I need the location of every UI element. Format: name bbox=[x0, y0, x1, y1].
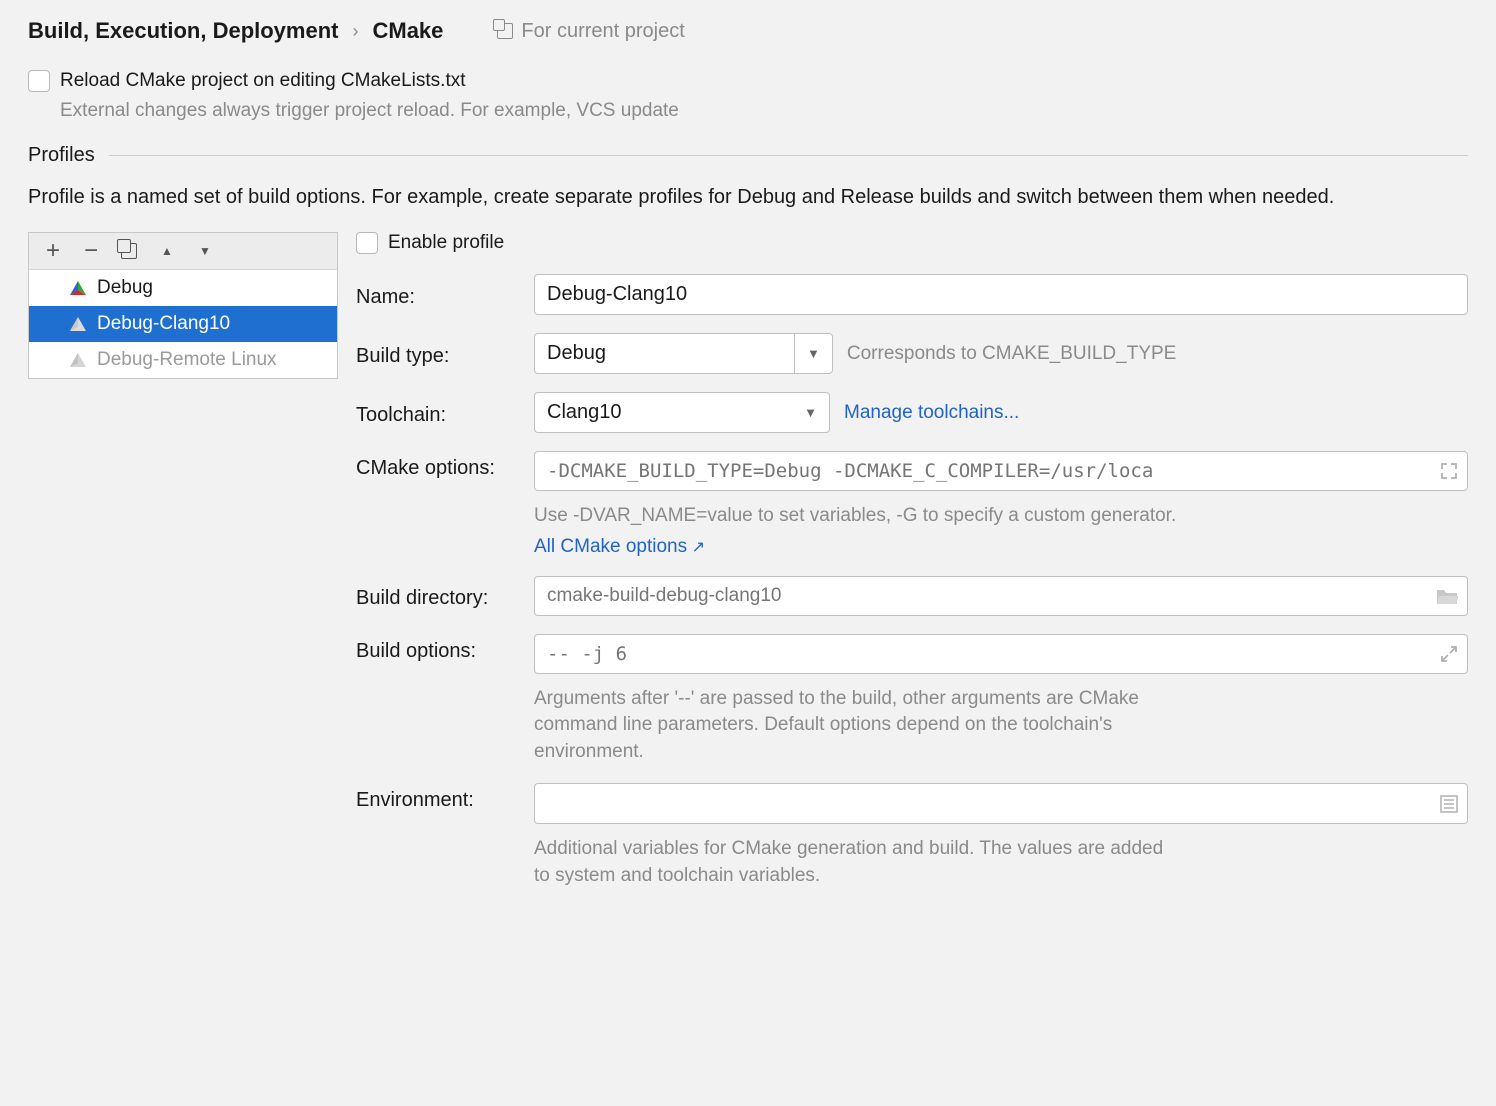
cmake-icon bbox=[69, 316, 87, 332]
profiles-section-header: Profiles bbox=[28, 144, 1468, 167]
profile-item-debug-remote-linux[interactable]: Debug-Remote Linux bbox=[29, 342, 337, 378]
profile-toolbar bbox=[29, 233, 337, 270]
profile-panel: Debug Debug-Clang10 Debug-Remote Linux bbox=[28, 232, 338, 379]
breadcrumb-parent[interactable]: Build, Execution, Deployment bbox=[28, 18, 338, 44]
all-cmake-options-link[interactable]: All CMake options bbox=[534, 536, 705, 557]
scope-text: For current project bbox=[521, 20, 684, 43]
duplicate-profile-button[interactable] bbox=[119, 241, 139, 261]
toolchain-select[interactable]: Clang10 ▼ bbox=[534, 392, 830, 433]
manage-toolchains-link[interactable]: Manage toolchains... bbox=[844, 402, 1019, 424]
divider-line bbox=[109, 155, 1468, 156]
project-scope-label: For current project bbox=[497, 20, 684, 43]
remove-profile-button[interactable] bbox=[81, 241, 101, 261]
enable-profile-label: Enable profile bbox=[388, 232, 504, 254]
build-type-hint: Corresponds to CMAKE_BUILD_TYPE bbox=[847, 343, 1176, 365]
environment-input[interactable] bbox=[534, 783, 1468, 824]
duplicate-icon bbox=[121, 243, 137, 259]
project-scope-icon bbox=[497, 23, 513, 39]
list-icon[interactable] bbox=[1440, 795, 1458, 813]
cmake-options-input[interactable] bbox=[534, 451, 1468, 491]
add-profile-button[interactable] bbox=[43, 241, 63, 261]
toolchain-value: Clang10 bbox=[547, 401, 622, 424]
name-input[interactable] bbox=[534, 274, 1468, 315]
profile-item-label: Debug-Remote Linux bbox=[97, 349, 277, 371]
build-type-select[interactable]: Debug ▼ bbox=[534, 333, 833, 374]
profile-form: Enable profile Name: Build type: Debug ▼… bbox=[356, 232, 1468, 908]
expand-icon[interactable] bbox=[1440, 645, 1458, 663]
breadcrumb-separator: › bbox=[352, 21, 358, 42]
name-label: Name: bbox=[356, 280, 534, 309]
build-options-label: Build options: bbox=[356, 634, 534, 663]
environment-label: Environment: bbox=[356, 783, 534, 812]
profile-item-label: Debug bbox=[97, 277, 153, 299]
build-type-label: Build type: bbox=[356, 339, 534, 368]
move-up-button[interactable] bbox=[157, 241, 177, 261]
profiles-title: Profiles bbox=[28, 144, 95, 167]
profile-item-debug-clang10[interactable]: Debug-Clang10 bbox=[29, 306, 337, 342]
build-directory-label: Build directory: bbox=[356, 581, 534, 610]
breadcrumb: Build, Execution, Deployment › CMake For… bbox=[28, 18, 1468, 44]
chevron-down-icon: ▼ bbox=[804, 405, 817, 420]
build-options-input[interactable] bbox=[534, 634, 1468, 674]
breadcrumb-current: CMake bbox=[372, 18, 443, 44]
toolchain-label: Toolchain: bbox=[356, 398, 534, 427]
profile-list: Debug Debug-Clang10 Debug-Remote Linux bbox=[29, 270, 337, 378]
build-options-hint: Arguments after '--' are passed to the b… bbox=[534, 686, 1154, 766]
move-down-button[interactable] bbox=[195, 241, 215, 261]
chevron-down-icon: ▼ bbox=[807, 346, 820, 361]
cmake-icon bbox=[69, 280, 87, 296]
build-type-value: Debug bbox=[534, 333, 794, 374]
cmake-options-hint: Use -DVAR_NAME=value to set variables, -… bbox=[534, 503, 1468, 530]
profile-item-debug[interactable]: Debug bbox=[29, 270, 337, 306]
profile-item-label: Debug-Clang10 bbox=[97, 313, 230, 335]
reload-cmake-hint: External changes always trigger project … bbox=[60, 100, 1468, 122]
reload-cmake-checkbox[interactable] bbox=[28, 70, 50, 92]
expand-icon[interactable] bbox=[1440, 462, 1458, 480]
folder-icon[interactable] bbox=[1436, 587, 1458, 605]
reload-cmake-label: Reload CMake project on editing CMakeLis… bbox=[60, 70, 466, 92]
build-type-dropdown-button[interactable]: ▼ bbox=[794, 333, 833, 374]
cmake-options-label: CMake options: bbox=[356, 451, 534, 480]
enable-profile-checkbox[interactable] bbox=[356, 232, 378, 254]
profiles-description: Profile is a named set of build options.… bbox=[28, 183, 1468, 212]
cmake-icon bbox=[69, 352, 87, 368]
environment-hint: Additional variables for CMake generatio… bbox=[534, 836, 1174, 889]
build-directory-input[interactable] bbox=[534, 576, 1468, 616]
